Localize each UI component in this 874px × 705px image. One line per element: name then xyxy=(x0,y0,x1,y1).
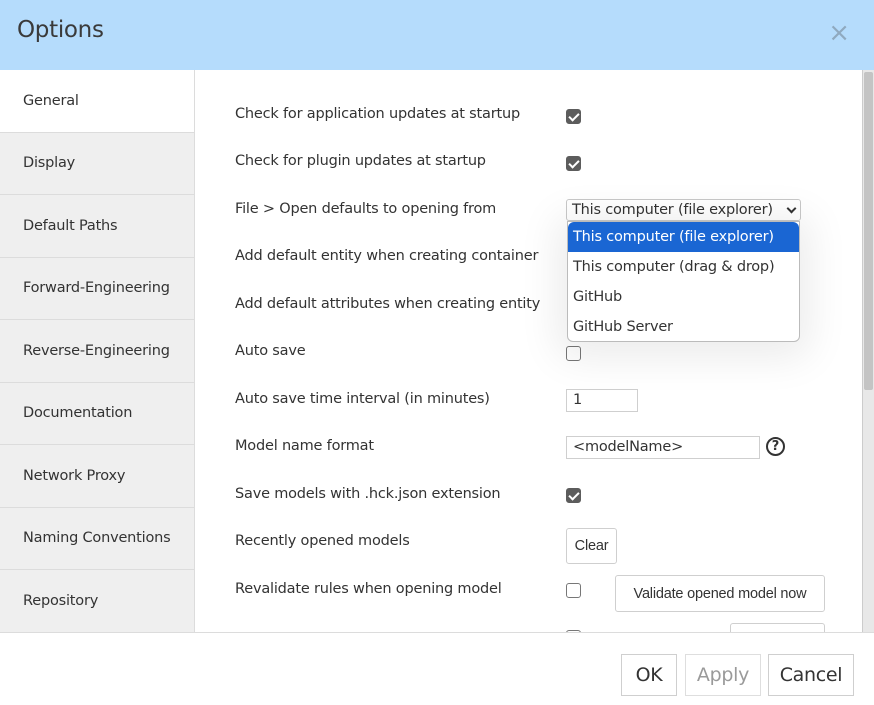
auto-save-label: Auto save xyxy=(235,343,306,359)
content-scrollbar[interactable] xyxy=(862,70,874,632)
check-app-updates-label: Check for application updates at startup xyxy=(235,106,520,122)
dropdown-option-drag-drop[interactable]: This computer (drag & drop) xyxy=(568,252,799,282)
add-default-entity-label: Add default entity when creating contain… xyxy=(235,248,539,264)
open-defaults-dropdown: This computer (file explorer) This compu… xyxy=(567,221,800,342)
dropdown-option-github-server[interactable]: GitHub Server xyxy=(568,312,799,341)
sidebar-item-display[interactable]: Display xyxy=(0,133,194,195)
revalidate-rules-checkbox[interactable] xyxy=(566,583,581,598)
add-default-attributes-label: Add default attributes when creating ent… xyxy=(235,296,541,312)
dialog-title: Options xyxy=(17,17,104,43)
model-name-format-input[interactable]: <modelName> xyxy=(566,436,760,459)
open-defaults-select[interactable]: This computer (file explorer) xyxy=(566,199,801,221)
chevron-down-icon xyxy=(786,203,797,214)
model-name-format-label: Model name format xyxy=(235,438,374,454)
dropdown-option-github[interactable]: GitHub xyxy=(568,282,799,312)
dialog-footer: OK Apply Cancel xyxy=(0,632,874,705)
open-defaults-value: This computer (file explorer) xyxy=(572,202,773,218)
apply-button[interactable]: Apply xyxy=(685,654,761,696)
sidebar-item-network-proxy[interactable]: Network Proxy xyxy=(0,445,194,508)
clear-recent-button[interactable]: Clear xyxy=(566,528,617,564)
ok-button[interactable]: OK xyxy=(621,654,677,696)
options-dialog: Options × General Display Default Paths … xyxy=(0,0,874,705)
save-hck-json-checkbox[interactable] xyxy=(566,488,581,503)
recently-opened-label: Recently opened models xyxy=(235,533,410,549)
options-sidebar: General Display Default Paths Forward-En… xyxy=(0,70,195,632)
auto-save-interval-label: Auto save time interval (in minutes) xyxy=(235,391,490,407)
scrollbar-thumb[interactable] xyxy=(864,72,873,390)
sidebar-item-reverse-engineering[interactable]: Reverse-Engineering xyxy=(0,320,194,383)
check-plugin-updates-label: Check for plugin updates at startup xyxy=(235,153,486,169)
check-plugin-updates-checkbox[interactable] xyxy=(566,156,581,171)
auto-save-checkbox[interactable] xyxy=(566,346,581,361)
sidebar-item-repository[interactable]: Repository xyxy=(0,570,194,632)
revalidate-rules-label: Revalidate rules when opening model xyxy=(235,581,502,597)
save-hck-json-label: Save models with .hck.json extension xyxy=(235,486,501,502)
help-icon[interactable]: ? xyxy=(766,437,785,456)
sidebar-item-naming-conventions[interactable]: Naming Conventions xyxy=(0,508,194,570)
general-settings-panel: Check for application updates at startup… xyxy=(196,70,862,632)
check-app-updates-checkbox[interactable] xyxy=(566,109,581,124)
cancel-button[interactable]: Cancel xyxy=(768,654,854,696)
sidebar-item-general[interactable]: General xyxy=(0,70,194,133)
close-icon[interactable]: × xyxy=(828,18,850,48)
sidebar-item-documentation[interactable]: Documentation xyxy=(0,383,194,445)
validate-model-now-button[interactable]: Validate opened model now xyxy=(615,575,825,612)
sidebar-item-forward-engineering[interactable]: Forward-Engineering xyxy=(0,258,194,320)
dialog-header: Options × xyxy=(0,0,874,70)
partial-row-button[interactable] xyxy=(730,623,825,632)
sidebar-item-default-paths[interactable]: Default Paths xyxy=(0,195,194,258)
dropdown-option-file-explorer[interactable]: This computer (file explorer) xyxy=(568,222,799,252)
open-defaults-label: File > Open defaults to opening from xyxy=(235,201,497,217)
auto-save-interval-input[interactable]: 1 xyxy=(566,389,638,412)
